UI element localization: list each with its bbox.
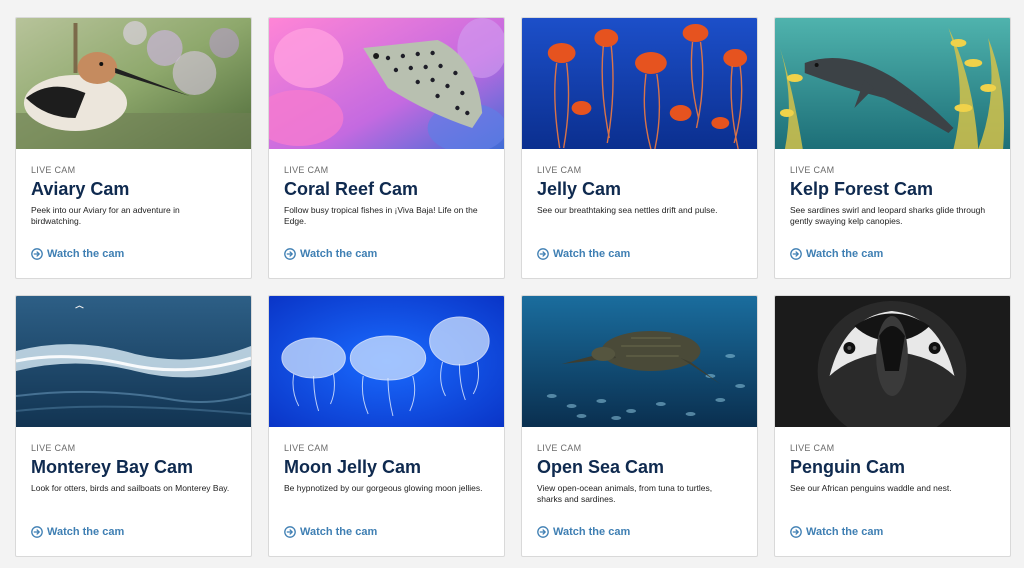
card-description: Peek into our Aviary for an adventure in… bbox=[31, 205, 180, 226]
arrow-circle-right-icon bbox=[537, 248, 549, 260]
card-description: See sardines swirl and leopard sharks gl… bbox=[790, 205, 986, 226]
penguin-cam-image[interactable] bbox=[775, 296, 1010, 427]
live-cam-kicker: LIVE CAM bbox=[537, 443, 582, 453]
card-title[interactable]: Kelp Forest Cam bbox=[790, 178, 995, 200]
card-description: Look for otters, birds and sailboats on … bbox=[31, 483, 230, 493]
arrow-circle-right-icon bbox=[790, 248, 802, 260]
live-cam-kicker: LIVE CAM bbox=[790, 443, 835, 453]
watch-the-cam-link[interactable]: Watch the cam bbox=[790, 248, 883, 260]
card-description: See our breathtaking sea nettles drift a… bbox=[537, 205, 718, 215]
watch-the-cam-label[interactable]: Watch the cam bbox=[806, 248, 883, 260]
moon-jelly-cam-image[interactable] bbox=[269, 296, 504, 427]
live-cam-kicker: LIVE CAM bbox=[790, 165, 835, 175]
watch-the-cam-link[interactable]: Watch the cam bbox=[31, 526, 124, 538]
watch-the-cam-link[interactable]: Watch the cam bbox=[537, 248, 630, 260]
arrow-circle-right-icon bbox=[31, 526, 43, 538]
card-title[interactable]: Aviary Cam bbox=[31, 178, 236, 200]
card-title[interactable]: Monterey Bay Cam bbox=[31, 456, 236, 478]
card-title[interactable]: Coral Reef Cam bbox=[284, 178, 489, 200]
watch-the-cam-link[interactable]: Watch the cam bbox=[284, 248, 377, 260]
arrow-circle-right-icon bbox=[31, 248, 43, 260]
watch-the-cam-label[interactable]: Watch the cam bbox=[806, 526, 883, 538]
card-description: Follow busy tropical fishes in ¡Viva Baj… bbox=[284, 205, 478, 226]
jelly-cam-image[interactable] bbox=[522, 18, 757, 149]
cam-card-moon-jelly[interactable]: LIVE CAM Moon Jelly Cam Be hypnotized by… bbox=[268, 295, 505, 557]
arrow-circle-right-icon bbox=[284, 526, 296, 538]
watch-the-cam-label[interactable]: Watch the cam bbox=[300, 248, 377, 260]
card-title[interactable]: Jelly Cam bbox=[537, 178, 742, 200]
card-description: Be hypnotized by our gorgeous glowing mo… bbox=[284, 483, 483, 493]
watch-the-cam-label[interactable]: Watch the cam bbox=[300, 526, 377, 538]
watch-the-cam-label[interactable]: Watch the cam bbox=[47, 526, 124, 538]
live-cam-kicker: LIVE CAM bbox=[537, 165, 582, 175]
cam-card-jelly[interactable]: LIVE CAM Jelly Cam See our breathtaking … bbox=[521, 17, 758, 279]
card-title[interactable]: Penguin Cam bbox=[790, 456, 995, 478]
cam-card-aviary[interactable]: LIVE CAM Aviary Cam Peek into our Aviary… bbox=[15, 17, 252, 279]
live-cam-kicker: LIVE CAM bbox=[284, 443, 329, 453]
card-description: View open-ocean animals, from tuna to tu… bbox=[537, 483, 713, 504]
arrow-circle-right-icon bbox=[790, 526, 802, 538]
watch-the-cam-link[interactable]: Watch the cam bbox=[790, 526, 883, 538]
kelp-forest-cam-image[interactable] bbox=[775, 18, 1010, 149]
watch-the-cam-label[interactable]: Watch the cam bbox=[47, 248, 124, 260]
cam-card-penguin[interactable]: LIVE CAM Penguin Cam See our African pen… bbox=[774, 295, 1011, 557]
open-sea-cam-image[interactable] bbox=[522, 296, 757, 427]
watch-the-cam-label[interactable]: Watch the cam bbox=[553, 526, 630, 538]
watch-the-cam-link[interactable]: Watch the cam bbox=[31, 248, 124, 260]
watch-the-cam-label[interactable]: Watch the cam bbox=[553, 248, 630, 260]
coral-reef-cam-image[interactable] bbox=[269, 18, 504, 149]
live-cam-kicker: LIVE CAM bbox=[284, 165, 329, 175]
arrow-circle-right-icon bbox=[284, 248, 296, 260]
watch-the-cam-link[interactable]: Watch the cam bbox=[284, 526, 377, 538]
monterey-bay-cam-image[interactable] bbox=[16, 296, 251, 427]
cam-card-coral-reef[interactable]: LIVE CAM Coral Reef Cam Follow busy trop… bbox=[268, 17, 505, 279]
cam-card-monterey-bay[interactable]: LIVE CAM Monterey Bay Cam Look for otter… bbox=[15, 295, 252, 557]
live-cam-kicker: LIVE CAM bbox=[31, 443, 76, 453]
watch-the-cam-link[interactable]: Watch the cam bbox=[537, 526, 630, 538]
cam-card-open-sea[interactable]: LIVE CAM Open Sea Cam View open-ocean an… bbox=[521, 295, 758, 557]
live-cam-kicker: LIVE CAM bbox=[31, 165, 76, 175]
cam-card-kelp-forest[interactable]: LIVE CAM Kelp Forest Cam See sardines sw… bbox=[774, 17, 1011, 279]
arrow-circle-right-icon bbox=[537, 526, 549, 538]
card-title[interactable]: Moon Jelly Cam bbox=[284, 456, 489, 478]
aviary-cam-image[interactable] bbox=[16, 18, 251, 149]
live-cam-grid: LIVE CAM Aviary Cam Peek into our Aviary… bbox=[15, 17, 1011, 557]
card-description: See our African penguins waddle and nest… bbox=[790, 483, 952, 493]
card-title[interactable]: Open Sea Cam bbox=[537, 456, 742, 478]
